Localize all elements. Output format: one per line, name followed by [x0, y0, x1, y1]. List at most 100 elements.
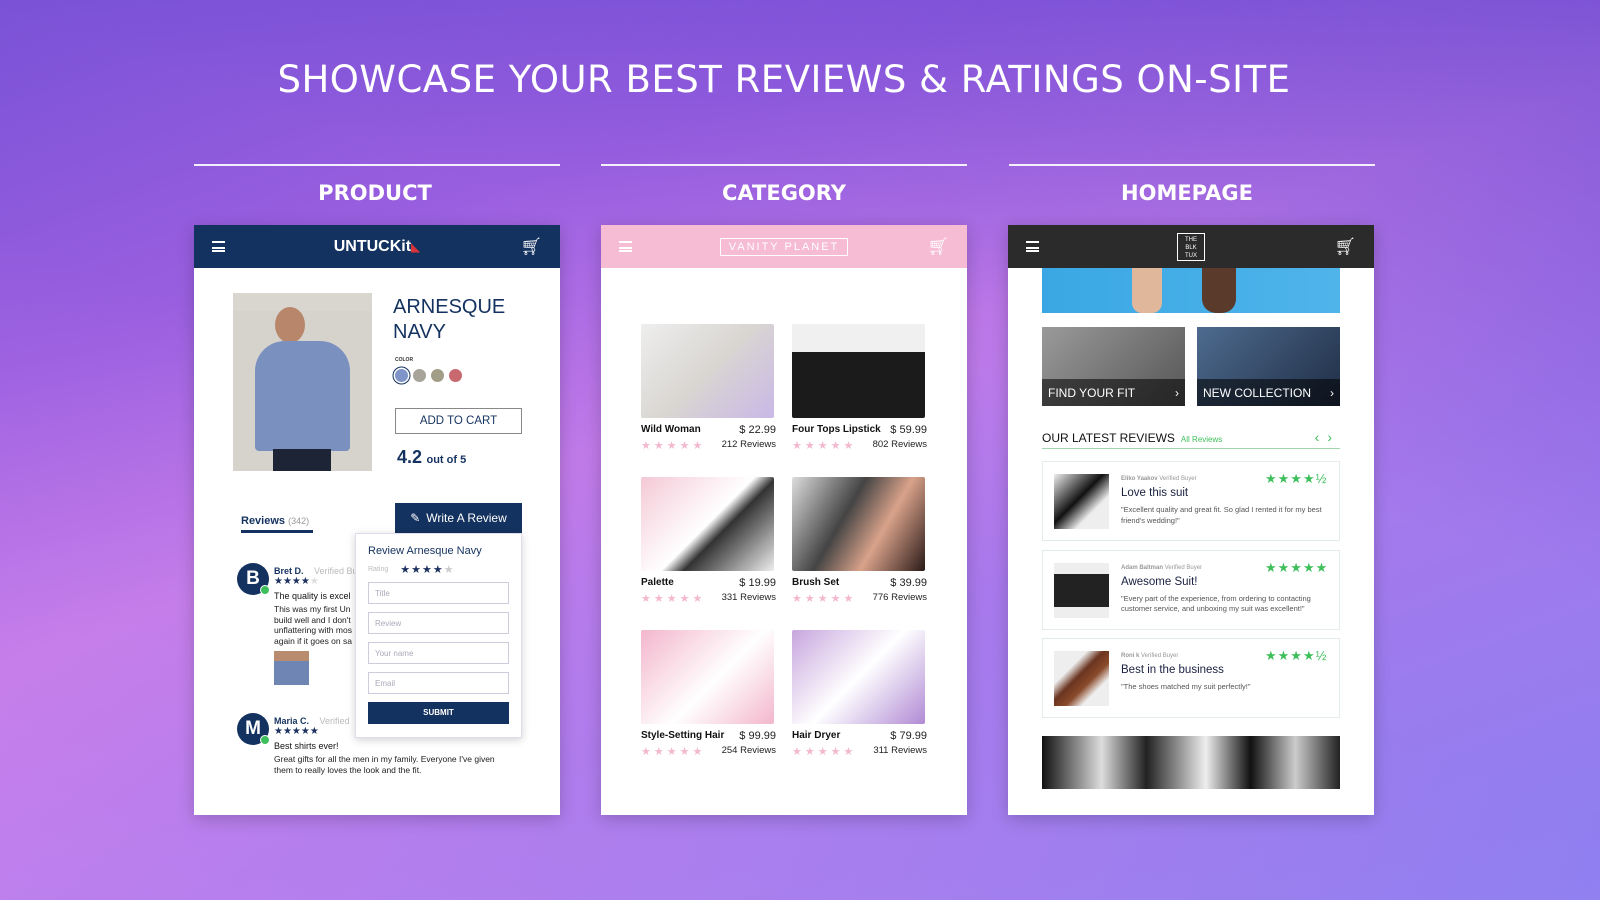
rating-stars: ★★★★★ — [792, 440, 857, 452]
color-swatch[interactable] — [431, 369, 444, 382]
review-card[interactable]: Eliko Yaakov Verified Buyer ★★★★½ Love t… — [1042, 461, 1340, 541]
tile-find-your-fit[interactable]: FIND YOUR FIT › — [1042, 327, 1185, 406]
review-body: Great gifts for all the men in my family… — [274, 754, 495, 775]
chevron-left-icon[interactable]: ‹ — [1315, 429, 1328, 445]
product-name: Hair Dryer — [792, 730, 841, 741]
color-swatch[interactable] — [449, 369, 462, 382]
product-price: $ 79.99 — [890, 730, 927, 742]
product-card[interactable]: Brush Set $ 39.99 ★★★★★ 776 Reviews — [792, 477, 927, 605]
chevron-right-icon[interactable]: › — [1327, 429, 1340, 445]
email-input[interactable]: Email — [368, 672, 509, 694]
product-thumbnail — [641, 477, 774, 571]
cart-icon[interactable]: 🛒︎ — [927, 237, 949, 257]
review-product-image — [1054, 474, 1109, 529]
brand-logo: UNTUCKit — [333, 237, 412, 255]
color-label: COLOR — [395, 357, 414, 363]
product-image — [233, 293, 372, 471]
menu-icon[interactable] — [212, 241, 225, 252]
headline: SHOWCASE YOUR BEST REVIEWS & RATINGS ON-… — [277, 58, 1291, 101]
menu-icon[interactable] — [619, 241, 632, 252]
rating-label: Rating — [368, 566, 389, 573]
rating-summary: 4.2 out of 5 — [397, 447, 467, 467]
tile-new-collection[interactable]: NEW COLLECTION › — [1197, 327, 1340, 406]
product-name: Style-Setting Hair — [641, 730, 725, 741]
review-count: 212 Reviews — [721, 439, 776, 450]
review-photo[interactable] — [274, 651, 309, 685]
hero-image — [1042, 268, 1340, 313]
review-count: 776 Reviews — [872, 592, 927, 603]
chevron-right-icon: › — [1330, 386, 1334, 400]
review-title: Love this suit — [1121, 487, 1189, 499]
product-thumbnail — [641, 630, 774, 724]
divider — [601, 164, 967, 166]
rating-stars: ★★★★★ — [641, 746, 706, 758]
review-count: 311 Reviews — [873, 745, 927, 756]
divider — [1009, 164, 1375, 166]
product-price: $ 39.99 — [890, 577, 927, 589]
review-count: 331 Reviews — [721, 592, 776, 603]
rating-stars: ★★★★★ — [792, 593, 857, 605]
product-card[interactable]: Four Tops Lipstick $ 59.99 ★★★★★ 802 Revie… — [792, 324, 927, 452]
review-card[interactable]: Roni k Verified Buyer ★★★★½ Best in the … — [1042, 638, 1340, 718]
product-thumbnail — [641, 324, 774, 418]
review-card[interactable]: Adam Baltman Verified Buyer ★★★★★ Awesom… — [1042, 549, 1340, 630]
latest-reviews-header: OUR LATEST REVIEWS All Reviews ‹› — [1042, 429, 1340, 449]
review-body: This was my first Un build well and I don… — [274, 604, 352, 646]
divider — [194, 164, 560, 166]
rating-stars: ★★★★★ — [792, 746, 857, 758]
cart-icon[interactable]: 🛒︎ — [520, 237, 542, 257]
product-price: $ 99.99 — [739, 730, 776, 742]
product-header: UNTUCKit ◣ 🛒︎ — [194, 225, 560, 268]
edit-icon: ✎ — [410, 511, 421, 525]
product-price: $ 22.99 — [739, 424, 776, 436]
review-body: "Every part of the experience, from orde… — [1121, 593, 1311, 614]
homepage-header: THE BLK TUX 🛒︎ — [1008, 225, 1374, 268]
verified-check-icon — [260, 735, 270, 745]
review-count: 802 Reviews — [872, 439, 927, 450]
rating-stars: ★★★★½ — [1265, 648, 1328, 663]
name-input[interactable]: Your name — [368, 642, 509, 664]
product-thumbnail — [792, 630, 925, 724]
product-card[interactable]: Style-Setting Hair $ 99.99 ★★★★★ 254 Revie… — [641, 630, 776, 758]
brand-logo: VANITY PLANET — [719, 237, 849, 256]
verified-check-icon — [260, 585, 270, 595]
cart-icon[interactable]: 🛒︎ — [1334, 237, 1356, 257]
review-body: "Excellent quality and great fit. So gla… — [1121, 505, 1322, 525]
review-input[interactable]: Review — [368, 612, 509, 634]
rating-input[interactable]: ★★★★★ — [400, 563, 454, 576]
section-title-homepage: HOMEPAGE — [1121, 181, 1253, 205]
review-product-image — [1054, 562, 1109, 618]
review-count: 254 Reviews — [721, 745, 776, 756]
review-popup: Review Arnesque Navy Rating ★★★★★ Title R… — [355, 533, 522, 738]
review-headline: The quality is excel — [274, 591, 351, 601]
title-input[interactable]: Title — [368, 582, 509, 604]
color-swatch[interactable] — [395, 369, 408, 382]
banner-image — [1042, 736, 1340, 789]
tab-reviews[interactable]: Reviews (342) — [241, 515, 313, 533]
all-reviews-link[interactable]: All Reviews — [1181, 435, 1222, 444]
menu-icon[interactable] — [1026, 241, 1039, 252]
review-title: Awesome Suit! — [1121, 575, 1198, 588]
write-review-button[interactable]: ✎ Write A Review — [395, 503, 522, 533]
section-heading: OUR LATEST REVIEWS — [1042, 431, 1175, 445]
product-price: $ 59.99 — [890, 424, 927, 436]
rating-stars: ★★★★★ — [1265, 559, 1329, 575]
product-panel: UNTUCKit ◣ 🛒︎ ARNESQUE NAVY COLOR ADD TO C… — [194, 225, 560, 815]
color-swatch[interactable] — [413, 369, 426, 382]
product-card[interactable]: Hair Dryer $ 79.99 ★★★★★ 311 Reviews — [792, 630, 927, 758]
submit-button[interactable]: SUBMIT — [368, 702, 509, 724]
product-card[interactable]: Wild Woman $ 22.99 ★★★★★ 212 Reviews — [641, 324, 776, 452]
product-card[interactable]: Palette $ 19.99 ★★★★★ 331 Reviews — [641, 477, 776, 605]
add-to-cart-button[interactable]: ADD TO CART — [395, 408, 522, 434]
review-stars: ★★★★★ — [274, 576, 319, 587]
review-title: Best in the business — [1121, 664, 1224, 676]
review-product-image — [1054, 651, 1109, 706]
section-title-product: PRODUCT — [318, 181, 432, 205]
review-stars: ★★★★★ — [274, 726, 319, 737]
product-name: Brush Set — [792, 577, 840, 588]
product-name: Wild Woman — [641, 424, 701, 435]
rating-stars: ★★★★★ — [641, 440, 706, 452]
review-body: "The shoes matched my suit perfectly!" — [1121, 682, 1251, 691]
category-header: VANITY PLANET 🛒︎ — [601, 225, 967, 268]
review-headline: Best shirts ever! — [274, 741, 339, 751]
